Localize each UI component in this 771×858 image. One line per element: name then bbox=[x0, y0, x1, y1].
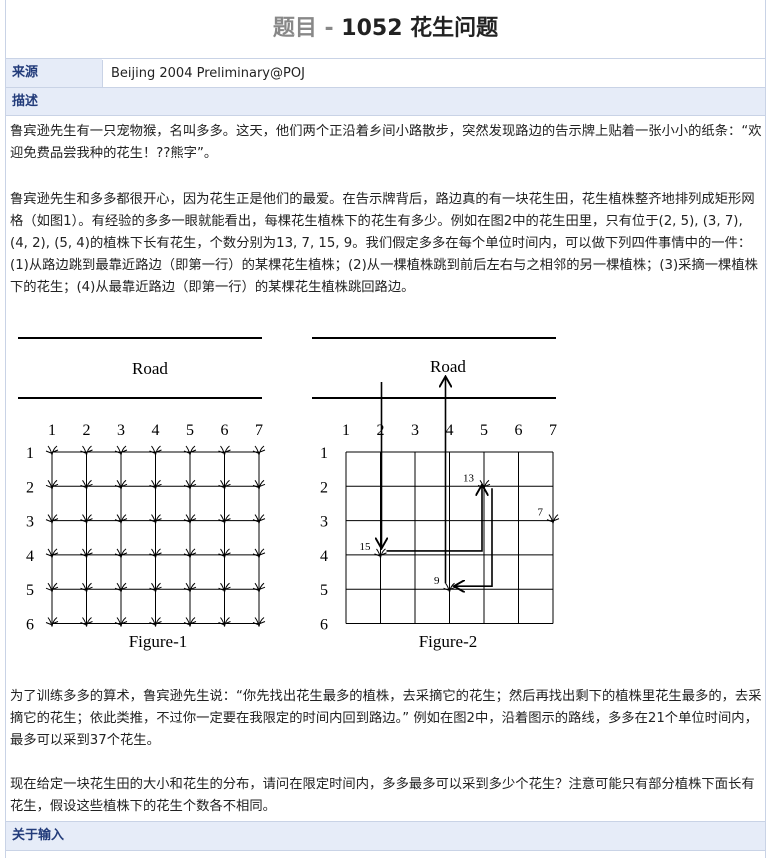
description-paragraph-1: 鲁宾逊先生有一只宠物猴，名叫多多。这天，他们两个正沿着乡间小路散步，突然发现路边… bbox=[10, 124, 762, 161]
plant-icon bbox=[80, 445, 93, 456]
row-label: 1 bbox=[320, 445, 328, 462]
figure-1: Road 1 2 3 4 5 6 7 1 2 3 4 5 6 Figure-1 bbox=[18, 337, 266, 651]
peanut-figure: Road 1 2 3 4 5 6 7 1 2 3 4 5 6 Figure-1 Road 1 2 3 4 5 6 7… bbox=[16, 322, 576, 666]
road-label: Road bbox=[132, 359, 168, 378]
column-label: 3 bbox=[117, 422, 125, 439]
row-label: 6 bbox=[26, 617, 34, 634]
description-paragraph-2: 鲁宾逊先生和多多都很开心，因为花生正是他们的最爱。在告示牌背后，路边真的有一块花… bbox=[10, 192, 758, 295]
page-title: 题目 - 1052 花生问题 bbox=[6, 10, 765, 42]
route-arrow bbox=[456, 488, 493, 586]
plant-icon bbox=[149, 445, 162, 456]
peanut-field-diagram: Road 1 2 3 4 5 6 7 1 2 3 4 5 6 Figure-1 Road 1 2 3 4 5 6 7… bbox=[18, 337, 560, 651]
peanut-count-label: 9 bbox=[434, 575, 440, 587]
field-grid: 1 2 3 4 5 6 7 1 2 3 4 5 6 bbox=[26, 422, 266, 634]
row-label: 1 bbox=[26, 445, 34, 462]
peanut-count-label: 15 bbox=[360, 541, 372, 553]
plant-icon bbox=[114, 445, 128, 456]
plant-icon bbox=[218, 445, 231, 456]
plant-icon bbox=[45, 445, 59, 456]
title-text: 1052 花生问题 bbox=[341, 16, 499, 41]
row-label: 3 bbox=[26, 514, 34, 531]
peanut-count-label: 7 bbox=[538, 507, 544, 519]
input-section-label: 关于输入 bbox=[6, 822, 765, 850]
row-label: 6 bbox=[320, 617, 328, 634]
row-label: 4 bbox=[320, 548, 328, 565]
column-label: 4 bbox=[446, 422, 454, 439]
title-prefix: 题目 - bbox=[272, 16, 342, 41]
description-paragraph-4: 现在给定一块花生田的大小和花生的分布，请问在限定时间内，多多最多可以采到多少个花… bbox=[10, 777, 755, 814]
column-label: 6 bbox=[515, 422, 523, 439]
row-label: 2 bbox=[320, 479, 328, 496]
column-label: 2 bbox=[83, 422, 91, 439]
peanut-count-label: 13 bbox=[463, 472, 475, 484]
figure-2-caption: Figure-2 bbox=[419, 632, 478, 651]
row-label: 3 bbox=[320, 514, 328, 531]
divider bbox=[6, 115, 765, 116]
figure-1-caption: Figure-1 bbox=[129, 632, 188, 651]
row-label: 5 bbox=[320, 582, 328, 599]
row-label: 2 bbox=[26, 479, 34, 496]
column-label: 2 bbox=[377, 422, 385, 439]
source-value: Beijing 2004 Preliminary@POJ bbox=[102, 60, 305, 88]
route-arrow bbox=[386, 486, 483, 552]
column-label: 1 bbox=[342, 422, 350, 439]
column-label: 5 bbox=[186, 422, 194, 439]
column-label: 5 bbox=[480, 422, 488, 439]
field-grid: 1 2 3 4 5 6 7 1 2 3 4 5 6 13 7 15 9 bbox=[320, 378, 560, 634]
divider bbox=[6, 58, 765, 59]
column-label: 6 bbox=[221, 422, 229, 439]
column-label: 3 bbox=[411, 422, 419, 439]
row-label: 4 bbox=[26, 548, 34, 565]
column-label: 7 bbox=[255, 422, 263, 439]
plant-icon bbox=[252, 445, 266, 456]
figure-2: Road 1 2 3 4 5 6 7 1 2 3 4 5 6 13 7 15 9 Figure-2 bbox=[312, 337, 560, 651]
problem-panel: 题目 - 1052 花生问题 来源 Beijing 2004 Prelimina… bbox=[5, 0, 766, 858]
road-label: Road bbox=[430, 357, 466, 376]
column-label: 1 bbox=[48, 422, 56, 439]
source-label: 来源 bbox=[6, 59, 102, 87]
column-label: 7 bbox=[549, 422, 557, 439]
column-label: 4 bbox=[152, 422, 160, 439]
divider bbox=[6, 850, 765, 851]
description-label: 描述 bbox=[6, 88, 765, 115]
row-label: 5 bbox=[26, 582, 34, 599]
description-paragraph-3: 为了训练多多的算术，鲁宾逊先生说：“你先找出花生最多的植株，去采摘它的花生；然后… bbox=[10, 689, 762, 748]
plant-icon bbox=[183, 445, 197, 456]
